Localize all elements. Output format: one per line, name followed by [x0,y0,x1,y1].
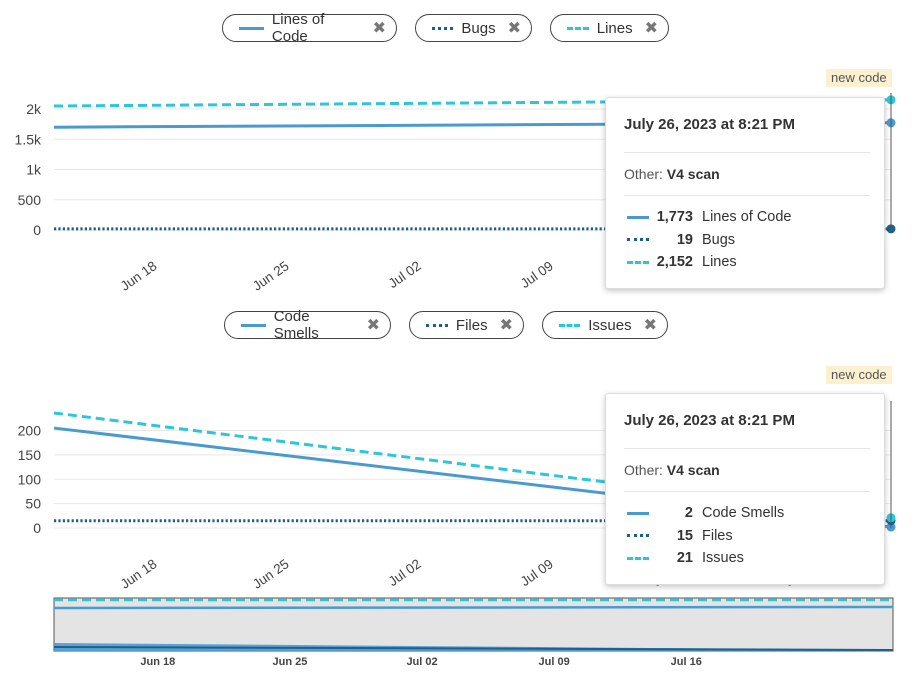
navigator-tick-label: Jul 02 [406,656,437,668]
navigator-tick-label: Jul 16 [671,656,702,668]
navigator-tick-label: Jun 25 [272,656,307,668]
navigator-series [53,605,894,610]
navigator-tick-label: Jul 09 [539,656,570,668]
navigator-tick-label: Jun 18 [140,656,175,668]
zoom-navigator[interactable]: Jun 18 Jun 25 Jul 02 Jul 09 Jul 16 [0,0,915,680]
